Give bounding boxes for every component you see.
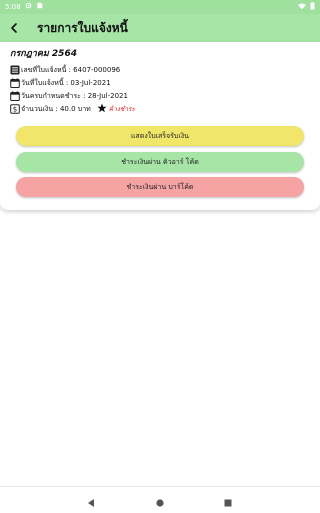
due-date: วันครบกำหนดชำระ : 28-Jul-2021 [21, 91, 128, 102]
calendar-icon [10, 91, 20, 101]
battery-icon [310, 2, 315, 12]
nav-recents-icon[interactable] [222, 494, 234, 506]
status-bar: 5:08 [0, 0, 320, 14]
due-date-row: วันครบกำหนดชำระ : 28-Jul-2021 [10, 90, 128, 102]
amount-row: $ จำนวนเงิน : 40.0 บาท ค้างชำระ [10, 103, 135, 115]
nav-home-icon[interactable] [154, 494, 166, 506]
arrow-left-icon [8, 19, 20, 38]
wifi-icon [298, 3, 306, 12]
invoice-date: วันที่ใบแจ้งหนี้ : 03-Jul-2021 [21, 78, 111, 89]
back-button[interactable] [4, 18, 24, 38]
status-label: ค้างชำระ [109, 104, 135, 114]
app-bar: รายการใบแจ้งหนี้ [0, 14, 320, 42]
invoice-number-row: เลขที่ใบแจ้งหนี้ : 6407-000096 [10, 64, 120, 76]
calendar-icon [10, 78, 20, 88]
pay-barcode-button[interactable]: ชำระเงินผ่าน บาร์โค้ด [16, 177, 304, 197]
document-list-icon [10, 65, 20, 75]
star-icon [97, 103, 107, 115]
invoice-date-row: วันที่ใบแจ้งหนี้ : 03-Jul-2021 [10, 77, 111, 89]
settings-icon [25, 2, 32, 11]
amount: จำนวนเงิน : 40.0 บาท [21, 104, 91, 115]
payment-status: ค้างชำระ [97, 103, 135, 115]
invoice-number: เลขที่ใบแจ้งหนี้ : 6407-000096 [21, 65, 120, 76]
money-icon: $ [10, 104, 20, 114]
invoice-month: กรกฎาคม 2564 [10, 46, 77, 60]
show-receipt-button[interactable]: แสดงใบเสร็จรับเงิน [16, 126, 304, 146]
pay-qr-code-button[interactable]: ชำระเงินผ่าน คิวอาร์ โค้ด [16, 152, 304, 172]
clock: 5:08 [5, 3, 21, 11]
sd-card-icon [36, 2, 43, 11]
invoice-card[interactable]: กรกฎาคม 2564 เลขที่ใบแจ้งหนี้ : 6407-000… [0, 42, 320, 210]
system-nav-bar [0, 486, 320, 512]
nav-back-icon[interactable] [85, 494, 97, 506]
svg-text:$: $ [13, 106, 17, 114]
page-title: รายการใบแจ้งหนี้ [37, 19, 128, 38]
